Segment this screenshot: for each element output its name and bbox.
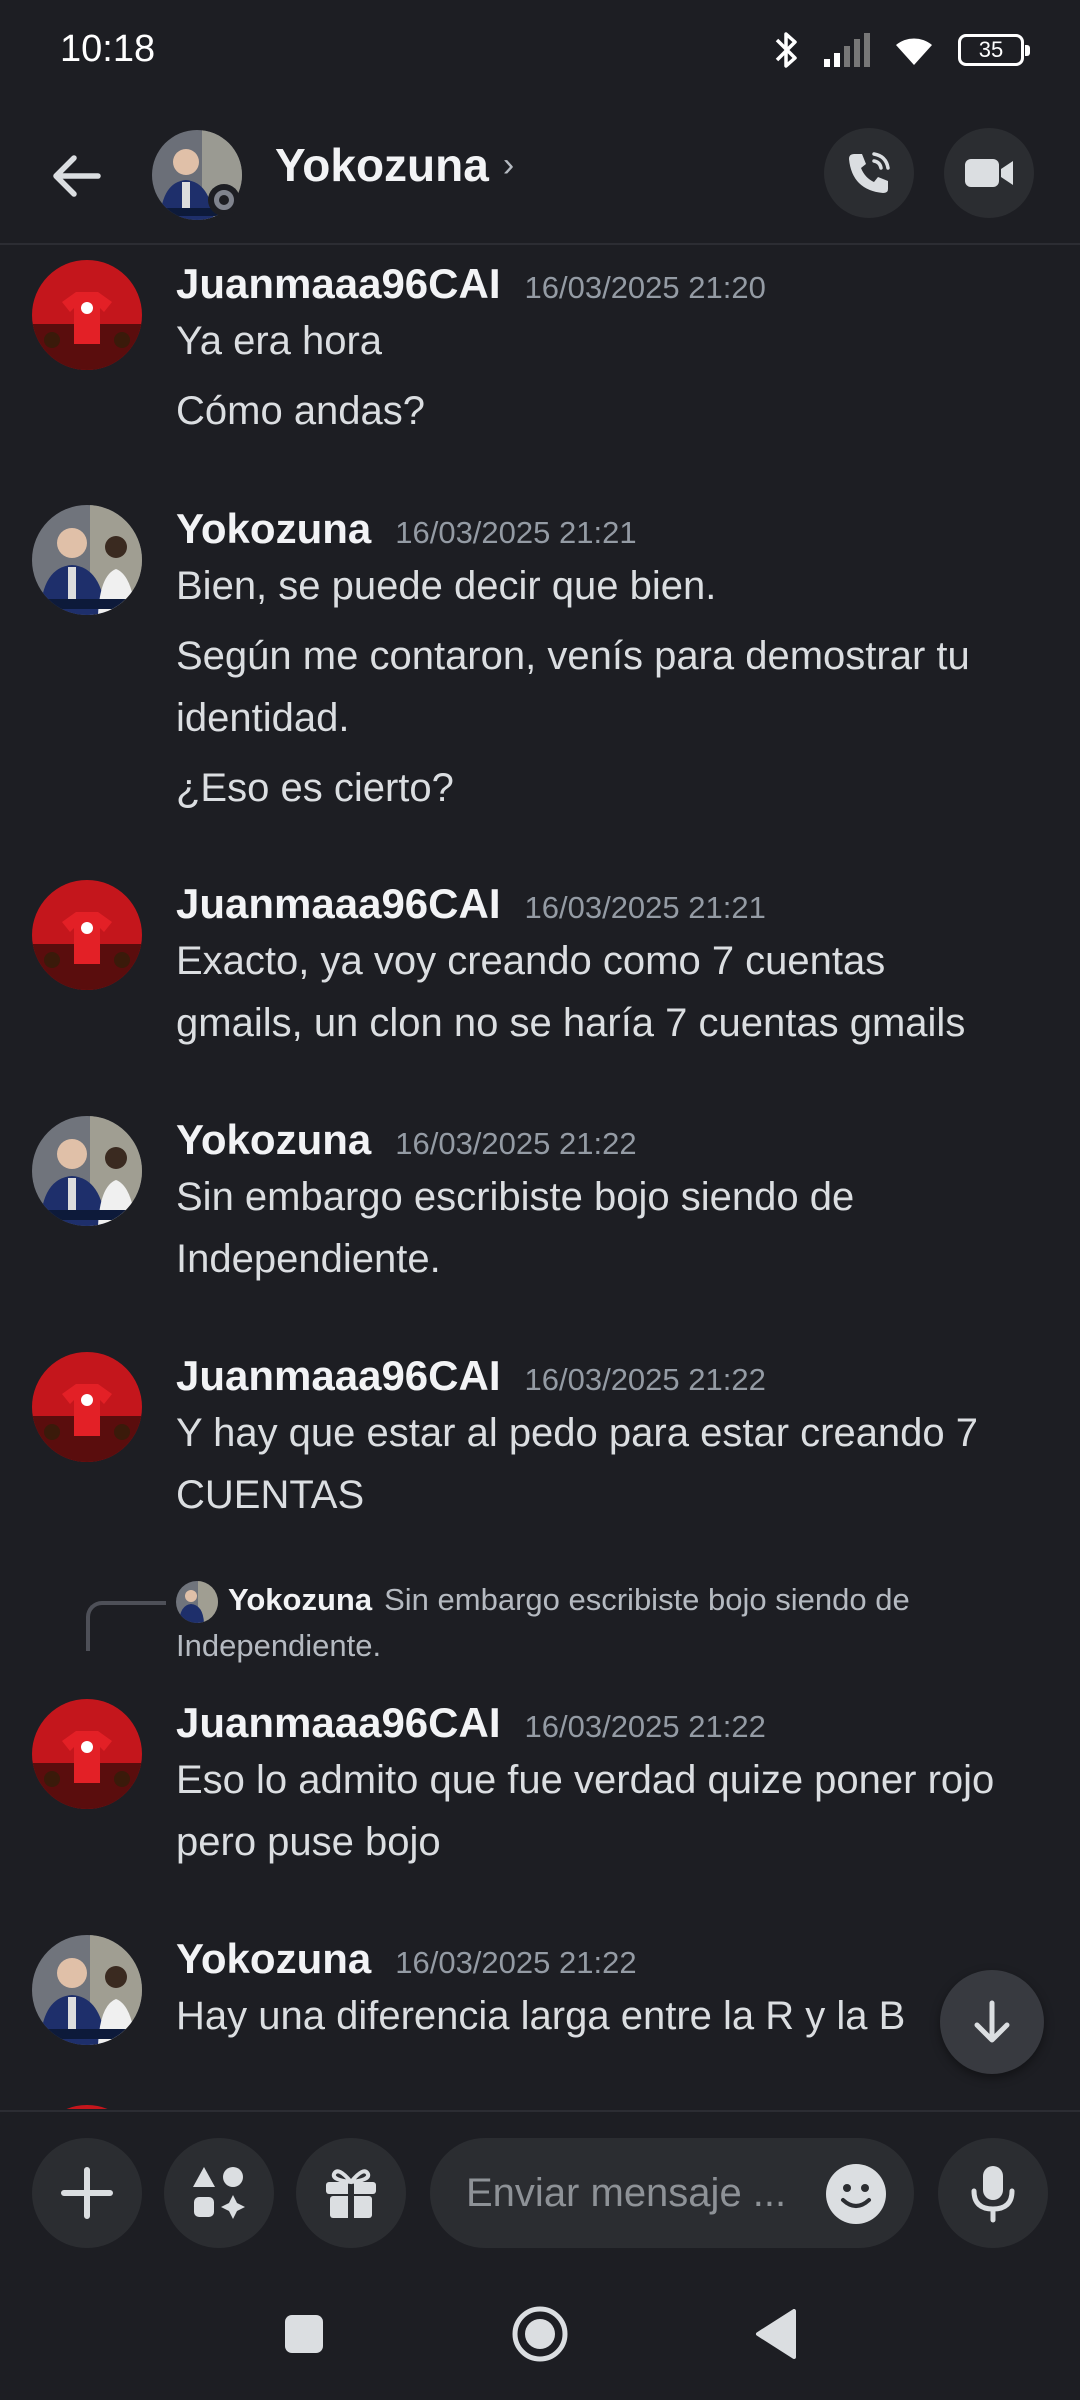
avatar-yokozuna[interactable] (32, 1935, 142, 2045)
emoji-icon (841, 2184, 871, 2208)
gift-icon (326, 2169, 376, 2218)
offline-status-indicator (208, 184, 240, 216)
message-line: Según me contaron, venís para demostrar … (176, 634, 970, 678)
message-header: Juanmaaa96CAI 16/03/2025 21:22 (176, 1352, 766, 1400)
channel-name: Yokozuna (275, 139, 489, 191)
microphone-icon (971, 2166, 1015, 2223)
avatar-juanmaaa96cai[interactable] (32, 2105, 142, 2109)
triangle-icon (756, 2309, 796, 2359)
message-header: Yokozuna 16/03/2025 21:22 (176, 1116, 637, 1164)
emoji-button[interactable] (826, 2164, 886, 2224)
battery-icon: 35 (958, 34, 1030, 66)
channel-title[interactable]: Yokozuna › (275, 138, 514, 192)
message-composer (0, 2110, 1080, 2275)
message-header: Juanmaaa96CAI 16/03/2025 21:20 (176, 260, 766, 308)
gift-button[interactable] (296, 2138, 406, 2248)
message-line: gmails, un clon no se haría 7 cuentas gm… (176, 1001, 966, 1045)
timestamp: 16/03/2025 21:20 (524, 270, 766, 305)
message-line: Ya era hora (176, 319, 383, 363)
avatar-juanmaaa96cai[interactable] (32, 1352, 142, 1462)
square-icon (285, 2315, 323, 2353)
avatar-juanmaaa96cai[interactable] (32, 260, 142, 370)
message-line: Sin embargo escribiste bojo siendo de (176, 1175, 855, 1219)
timestamp: 16/03/2025 21:21 (524, 890, 766, 925)
apps-button[interactable] (164, 2138, 274, 2248)
reply-connector (86, 1601, 166, 1651)
battery-level: 35 (978, 37, 1004, 62)
jump-to-present-button[interactable] (940, 1970, 1044, 2074)
message-header: Yokozuna 16/03/2025 21:22 (176, 1935, 637, 1983)
arrow-down-icon (974, 2000, 1010, 2043)
recents-button[interactable] (264, 2299, 344, 2369)
phone-call-icon (849, 152, 890, 193)
avatar-yokozuna[interactable] (32, 1116, 142, 1226)
message-line: Eso lo admito que fue verdad quize poner… (176, 1758, 995, 1802)
reply-avatar (176, 1580, 218, 1623)
author-name[interactable]: Juanmaaa96CAI (176, 260, 501, 308)
message-line: Hay una diferencia larga entre la R y la… (176, 1994, 906, 2038)
author-name[interactable]: Yokozuna (176, 1935, 371, 1983)
message-header: Juanmaaa96CAI 16/03/2025 21:21 (176, 880, 766, 928)
timestamp: 16/03/2025 21:22 (395, 1126, 637, 1161)
message-line: Y hay que estar al pedo para estar crean… (176, 1411, 979, 1455)
timestamp: 16/03/2025 21:22 (395, 1945, 637, 1980)
reply-preview[interactable]: Yokozuna Sin embargo escribiste bojo sien… (176, 1577, 1036, 1669)
message-content: Eso lo admito que fue verdad quize poner… (176, 1749, 1050, 1873)
reply-text: Independiente. (176, 1628, 382, 1663)
timestamp: 16/03/2025 21:22 (524, 1709, 766, 1744)
video-call-button[interactable] (944, 128, 1034, 218)
timestamp: 16/03/2025 21:21 (395, 515, 637, 550)
circle-icon (512, 2306, 568, 2362)
system-back-button[interactable] (736, 2299, 816, 2369)
message-line: identidad. (176, 696, 350, 740)
home-button[interactable] (500, 2299, 580, 2369)
message-line: Exacto, ya voy creando como 7 cuentas (176, 939, 886, 983)
add-attachment-button[interactable] (32, 2138, 142, 2248)
message-line: CUENTAS (176, 1473, 365, 1517)
chevron-right-icon: › (502, 145, 515, 184)
message-list[interactable]: Juanmaaa96CAI 16/03/2025 21:20 Ya era ho… (0, 247, 1080, 2109)
message-line: pero puse bojo (176, 1820, 441, 1864)
author-name[interactable]: Yokozuna (176, 505, 371, 553)
reply-author: Yokozuna (228, 1582, 373, 1617)
status-bar: 10:18 35 (0, 0, 1080, 100)
dm-screen: 10:18 35 Yokozuna › Juanmaaa96CAI 16/03/… (0, 0, 1080, 2400)
author-name[interactable]: Juanmaaa96CAI (176, 1352, 501, 1400)
bluetooth-icon (775, 32, 797, 68)
message-content: Hay una diferencia larga entre la R y la… (176, 1985, 1050, 2047)
status-time: 10:18 (60, 28, 156, 70)
timestamp: 16/03/2025 21:22 (524, 1362, 766, 1397)
chat-header: Yokozuna › (0, 110, 1080, 245)
voice-message-button[interactable] (938, 2138, 1048, 2248)
message-line: Bien, se puede decir que bien. (176, 564, 717, 608)
message-line: ¿Eso es cierto? (176, 766, 454, 810)
voice-call-button[interactable] (824, 128, 914, 218)
message-content: Y hay que estar al pedo para estar crean… (176, 1402, 1050, 1526)
arrow-left-icon (53, 155, 101, 197)
avatar-yokozuna[interactable] (32, 505, 142, 615)
message-line: Independiente. (176, 1237, 441, 1281)
wifi-icon (896, 38, 932, 65)
status-icons: 35 (774, 28, 1030, 72)
avatar-juanmaaa96cai[interactable] (32, 880, 142, 990)
author-name[interactable]: Yokozuna (176, 1116, 371, 1164)
author-name[interactable]: Juanmaaa96CAI (176, 1699, 501, 1747)
system-nav-bar (0, 2275, 1080, 2400)
message-header: Yokozuna 16/03/2025 21:21 (176, 505, 637, 553)
back-button[interactable] (40, 140, 112, 212)
signal-icon (824, 33, 870, 67)
plus-icon (61, 2167, 113, 2219)
message-line: Cómo andas? (176, 389, 426, 433)
message-content: Sin embargo escribiste bojo siendo de In… (176, 1166, 1050, 1290)
avatar-juanmaaa96cai[interactable] (32, 1699, 142, 1809)
author-name[interactable]: Juanmaaa96CAI (176, 880, 501, 928)
message-header: Juanmaaa96CAI 16/03/2025 21:22 (176, 1699, 766, 1747)
reply-text: Sin embargo escribiste bojo siendo de (384, 1582, 910, 1617)
apps-icon (193, 2167, 245, 2219)
video-camera-icon (965, 159, 1013, 187)
message-content: Bien, se puede decir que bien. Según me … (176, 555, 1050, 819)
message-content: Exacto, ya voy creando como 7 cuentas gm… (176, 930, 1050, 1054)
message-content: Ya era hora Cómo andas? (176, 310, 1050, 442)
